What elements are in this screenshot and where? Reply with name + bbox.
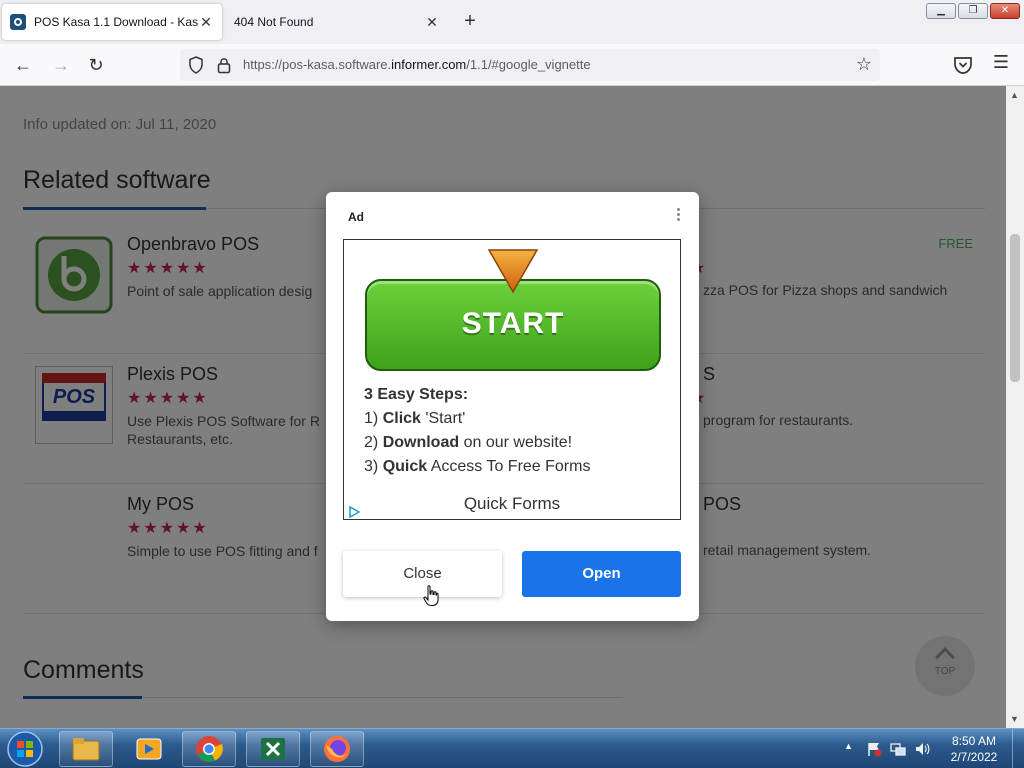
bookmark-star-icon[interactable]: ☆ [856, 54, 872, 75]
excel-icon [261, 738, 285, 760]
scroll-down-arrow-icon[interactable]: ▼ [1010, 714, 1019, 724]
lock-icon[interactable] [216, 56, 232, 74]
ad-options-kebab-icon[interactable] [673, 206, 683, 224]
ad-vignette-dialog: Ad START 3 Easy Steps: 1) Click 'Start' … [326, 192, 699, 621]
folder-icon [72, 738, 100, 761]
ad-step: 1) Click 'Start' [364, 410, 466, 427]
close-tab-icon[interactable]: ✕ [424, 14, 440, 31]
clock-date[interactable]: 2/7/2022 [946, 750, 1002, 764]
firefox-icon [324, 736, 350, 762]
tab-title: 404 Not Found [234, 15, 314, 29]
scrollbar-thumb[interactable] [1010, 234, 1020, 382]
new-tab-button[interactable]: + [458, 10, 482, 34]
reload-icon[interactable]: ↻ [83, 52, 109, 78]
media-player-icon [136, 738, 162, 760]
adchoices-icon[interactable] [348, 506, 360, 518]
ad-step: 2) Download on our website! [364, 434, 573, 451]
hand-cursor-icon [423, 585, 439, 606]
taskbar-firefox[interactable] [310, 731, 364, 767]
taskbar-media-player[interactable] [122, 731, 176, 767]
pocket-icon[interactable] [952, 54, 974, 76]
close-tab-icon[interactable]: ✕ [198, 14, 214, 31]
windows-taskbar: ▲ 8:50 AM 2/7/2022 [0, 728, 1024, 768]
site-favicon-icon [10, 14, 26, 30]
tab-title: POS Kasa 1.1 Download - Kasa.e [34, 15, 198, 29]
show-desktop-button[interactable] [1012, 729, 1024, 768]
back-icon[interactable]: ← [10, 52, 36, 78]
ad-label: Ad [348, 210, 364, 224]
taskbar-chrome[interactable] [182, 731, 236, 767]
taskbar-excel[interactable] [246, 731, 300, 767]
tracking-shield-icon[interactable] [188, 56, 204, 74]
orange-arrow-down-icon [487, 249, 539, 294]
restore-window-button[interactable]: ❐ [958, 3, 988, 19]
ad-brand-name[interactable]: Quick Forms [344, 494, 680, 514]
clock-time[interactable]: 8:50 AM [946, 734, 1002, 748]
hamburger-menu-icon[interactable]: ☰ [990, 52, 1012, 76]
tab-404[interactable]: 404 Not Found ✕ [226, 4, 448, 40]
ad-steps-title: 3 Easy Steps: [364, 386, 469, 403]
scroll-up-arrow-icon[interactable]: ▲ [1010, 90, 1019, 100]
tab-bar: POS Kasa 1.1 Download - Kasa.e ✕ 404 Not… [0, 0, 1024, 44]
network-icon[interactable] [890, 741, 906, 757]
forward-icon[interactable]: → [48, 52, 74, 78]
url-text[interactable]: https://pos-kasa.software.informer.com/1… [243, 57, 591, 72]
volume-icon[interactable] [914, 741, 930, 757]
show-hidden-icons-arrow-icon[interactable]: ▲ [844, 741, 853, 751]
address-bar[interactable]: https://pos-kasa.software.informer.com/1… [180, 49, 880, 81]
tab-pos-kasa[interactable]: POS Kasa 1.1 Download - Kasa.e ✕ [2, 4, 222, 40]
ad-creative[interactable]: START 3 Easy Steps: 1) Click 'Start' 2) … [343, 239, 681, 520]
close-window-button[interactable]: ✕ [990, 3, 1020, 19]
windows-start-orb-icon[interactable] [5, 730, 45, 768]
ad-step: 3) Quick Access To Free Forms [364, 458, 591, 475]
minimize-window-button[interactable]: ▁ [926, 3, 956, 19]
chrome-icon [196, 736, 223, 762]
vertical-scrollbar[interactable]: ▲ ▼ [1006, 86, 1024, 728]
ad-open-button[interactable]: Open [522, 551, 681, 597]
action-center-flag-icon[interactable] [866, 741, 882, 757]
taskbar-file-explorer[interactable] [59, 731, 113, 767]
navigation-bar: ← → ↻ https://pos-kasa.software.informer… [0, 44, 1024, 86]
